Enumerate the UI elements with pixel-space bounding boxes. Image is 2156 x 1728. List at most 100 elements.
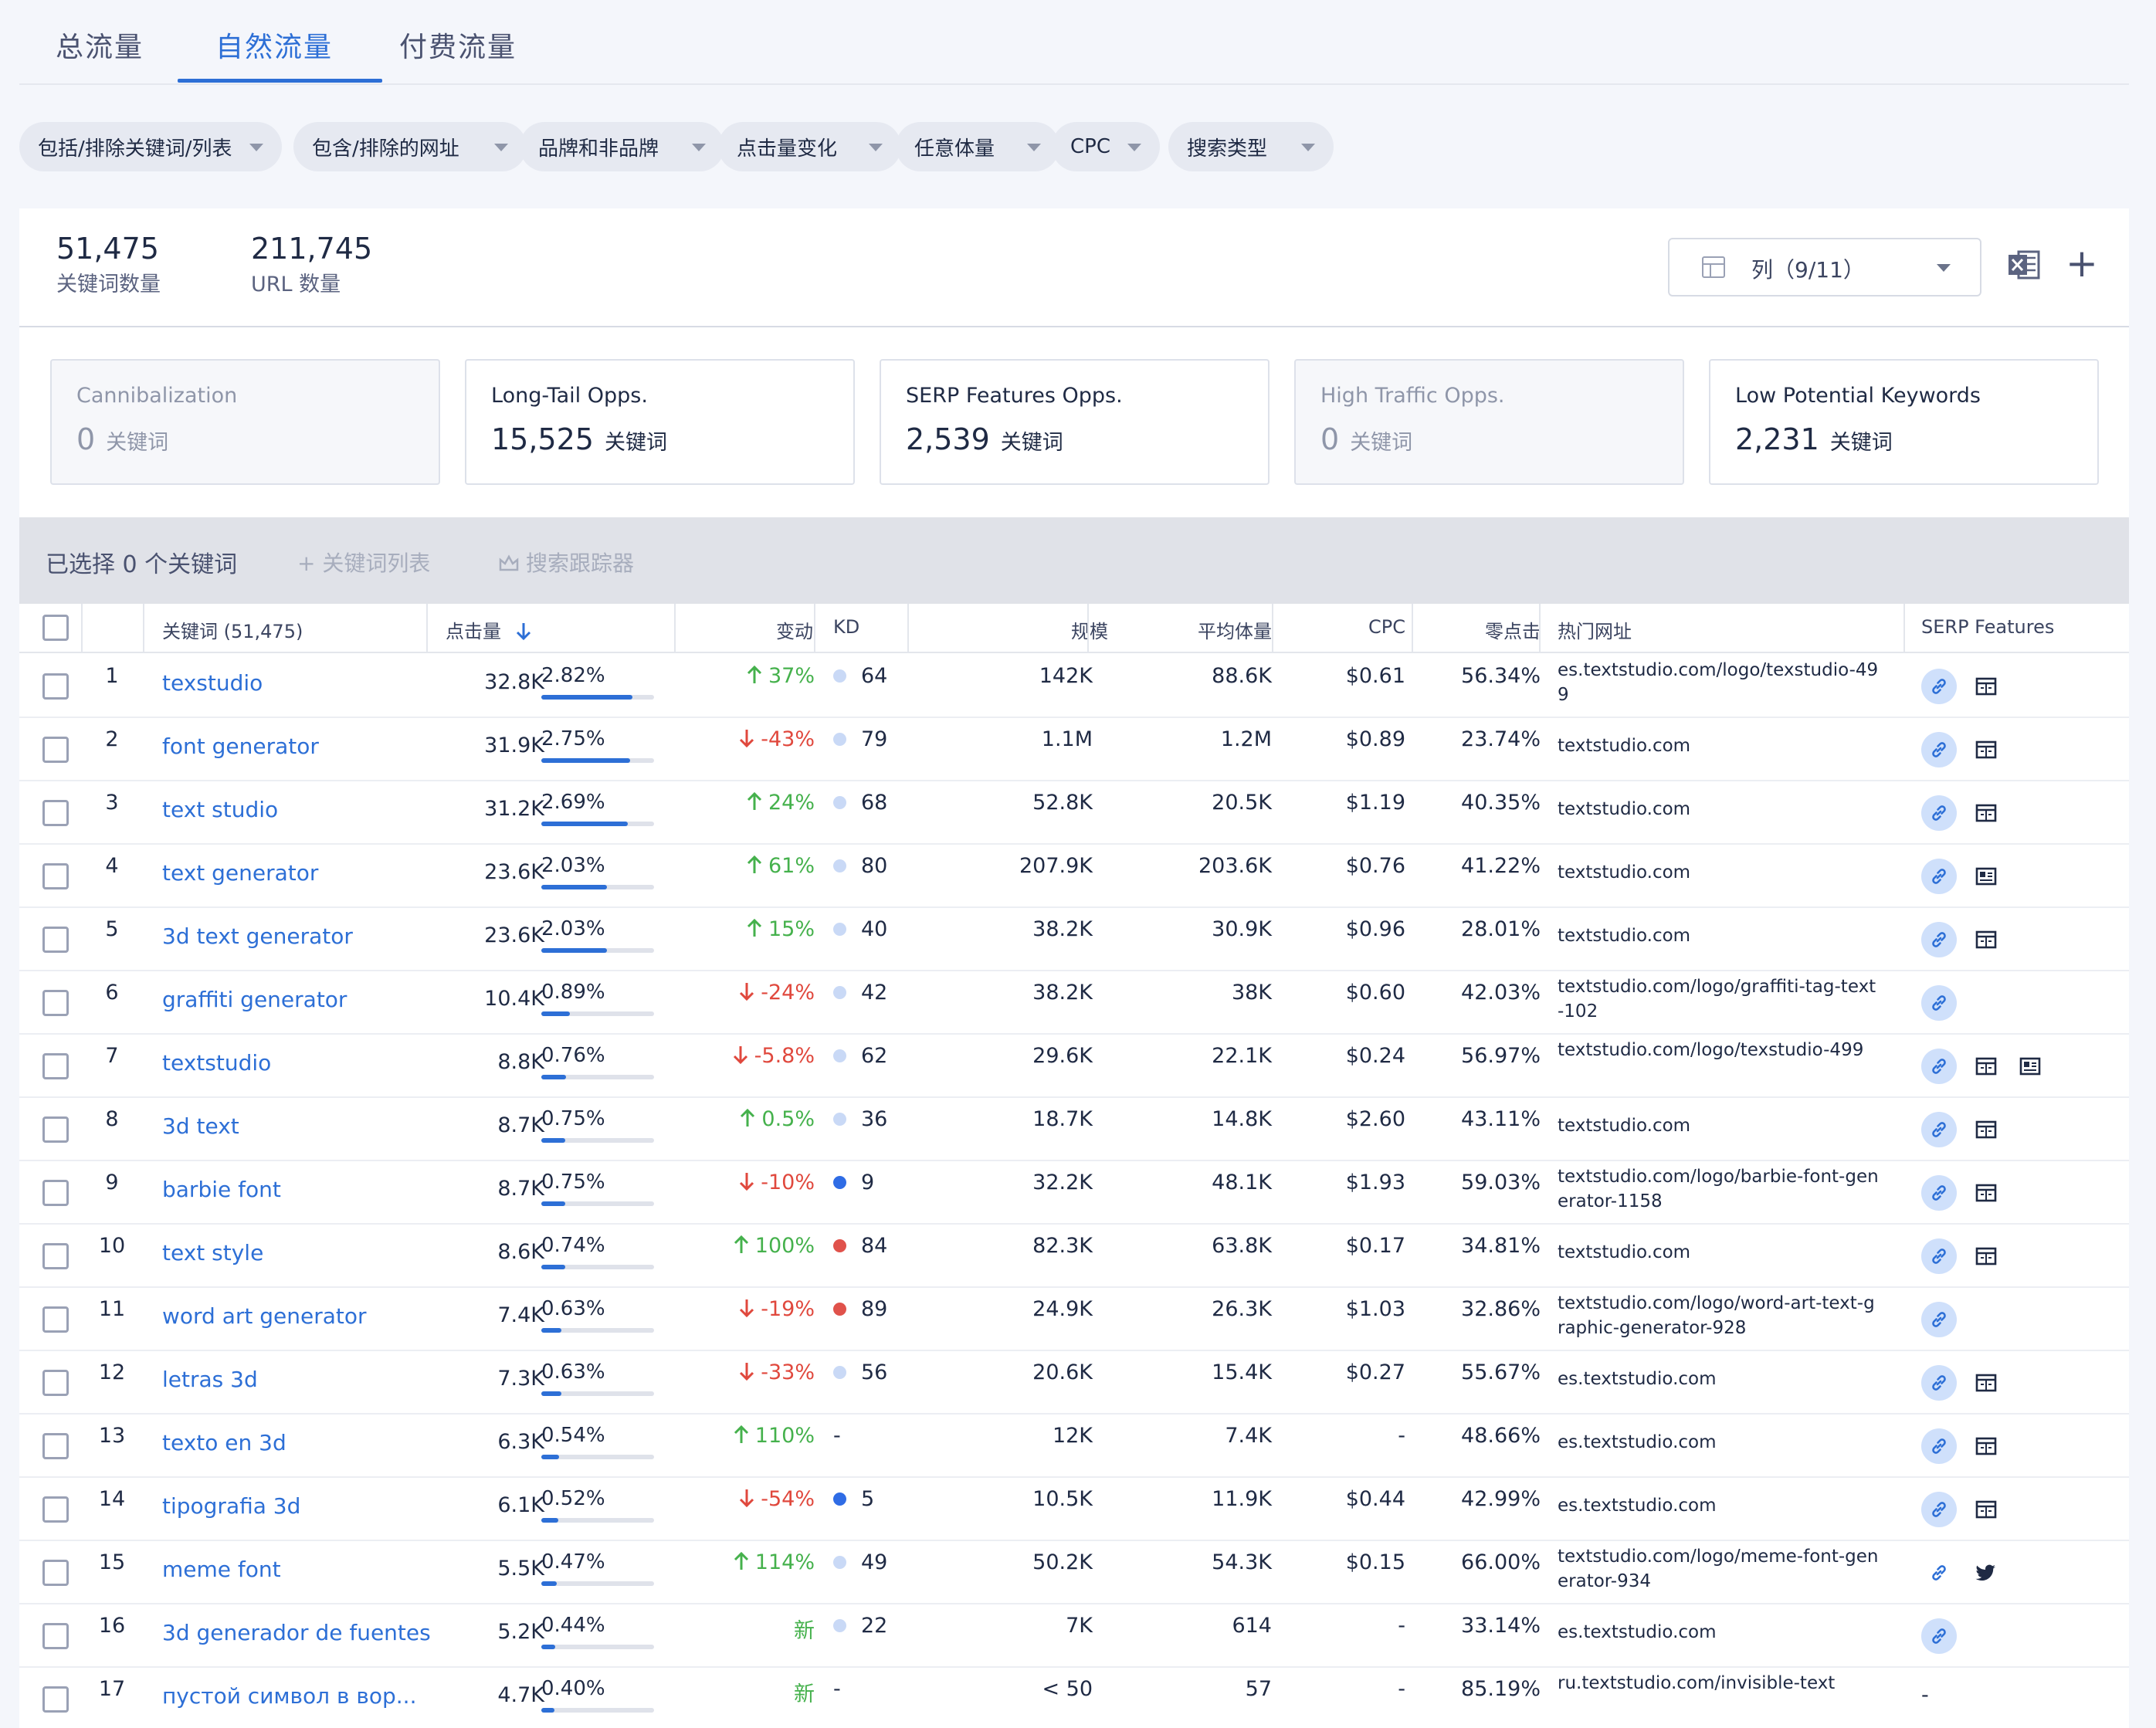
serp-link-icon[interactable] [1921,859,1957,894]
top-url[interactable]: ru.textstudio.com/invisible-text [1558,1671,1882,1696]
top-url[interactable]: es.textstudio.com/logo/texstudio-499 [1558,658,1882,707]
serp-link-icon[interactable] [1921,732,1957,767]
row-checkbox[interactable] [42,737,69,763]
row-checkbox[interactable] [42,1116,69,1143]
columns-dropdown[interactable]: 列（9/11） [1668,238,1981,296]
serp-link-icon[interactable] [1921,1492,1957,1527]
row-checkbox[interactable] [42,1433,69,1459]
keyword-link[interactable]: tipografia 3d [162,1493,300,1519]
row-checkbox[interactable] [42,1180,69,1206]
keyword-link[interactable]: 3d generador de fuentes [162,1620,431,1645]
row-checkbox[interactable] [42,800,69,826]
top-url[interactable]: es.textstudio.com [1558,1367,1882,1391]
keyword-link[interactable]: font generator [162,734,319,759]
row-checkbox[interactable] [42,1243,69,1269]
serp-link-icon[interactable] [1921,1238,1957,1274]
serp-link-icon[interactable] [1921,669,1957,704]
row-checkbox[interactable] [42,927,69,953]
serp-link-icon[interactable] [1921,1618,1957,1654]
serp-link-icon[interactable] [1921,1555,1957,1591]
header-avg-volume[interactable]: 平均体量 [1100,616,1272,643]
keyword-link[interactable]: textstudio [162,1050,271,1076]
keyword-link[interactable]: meme font [162,1557,281,1582]
filter-url-include-exclude[interactable]: 包含/排除的网址 [293,122,527,171]
tab-organic-traffic[interactable]: 自然流量 [215,25,333,65]
select-all-checkbox[interactable] [42,615,69,641]
serp-link-icon[interactable] [1921,985,1957,1021]
top-url[interactable]: textstudio.com/logo/meme-font-generator-… [1558,1544,1882,1594]
top-url[interactable]: es.textstudio.com [1558,1430,1882,1455]
top-url[interactable]: es.textstudio.com [1558,1493,1882,1518]
top-url[interactable]: textstudio.com/logo/word-art-text-graphi… [1558,1291,1882,1340]
row-checkbox[interactable] [42,1370,69,1396]
excel-export-icon[interactable] [2006,247,2042,283]
top-url[interactable]: textstudio.com [1558,734,1882,758]
top-url[interactable]: textstudio.com [1558,1240,1882,1265]
serp-link-icon[interactable] [1921,1365,1957,1401]
serp-link-icon[interactable] [1921,922,1957,957]
card-cannibalization: Cannibalization 0 关键词 [50,359,440,485]
serp-link-icon[interactable] [1921,1049,1957,1084]
top-url[interactable]: textstudio.com [1558,797,1882,822]
card-long-tail-opps[interactable]: Long-Tail Opps. 15,525 关键词 [465,359,855,485]
keyword-link[interactable]: texstudio [162,670,263,696]
top-url[interactable]: textstudio.com/logo/barbie-font-generato… [1558,1164,1882,1214]
clicks-share: 0.75% [541,1171,605,1194]
header-scale[interactable]: 规模 [915,616,1108,643]
add-to-keyword-list-button[interactable]: + 关键词列表 [297,547,430,578]
filter-keywords-include-exclude[interactable]: 包括/排除关键词/列表 [19,122,282,171]
keyword-link[interactable]: texto en 3d [162,1430,286,1455]
keyword-link[interactable]: text generator [162,860,318,886]
keyword-link[interactable]: text studio [162,797,278,822]
change-value: 61% [699,854,815,878]
keyword-link[interactable]: text style [162,1240,263,1266]
keyword-link[interactable]: word art generator [162,1303,367,1329]
keyword-link[interactable]: graffiti generator [162,987,347,1012]
top-url[interactable]: textstudio.com [1558,860,1882,885]
card-serp-features-opps[interactable]: SERP Features Opps. 2,539 关键词 [880,359,1270,485]
row-checkbox[interactable] [42,1496,69,1523]
row-checkbox[interactable] [42,1623,69,1649]
row-checkbox[interactable] [42,1686,69,1713]
tab-total-traffic[interactable]: 总流量 [56,25,144,65]
top-url[interactable]: textstudio.com [1558,923,1882,948]
filter-search-type[interactable]: 搜索类型 [1168,122,1334,171]
row-checkbox[interactable] [42,1053,69,1079]
row-checkbox[interactable] [42,1306,69,1333]
keyword-link[interactable]: 3d text [162,1113,239,1139]
tab-paid-traffic[interactable]: 付费流量 [399,25,517,65]
header-kd[interactable]: KD [833,616,859,638]
row-checkbox[interactable] [42,1560,69,1586]
search-tracker-button[interactable]: 搜索跟踪器 [498,547,634,578]
keyword-link[interactable]: пустой символ в вор... [162,1683,416,1709]
avg-volume-value: 11.9K [1212,1487,1272,1511]
keyword-link[interactable]: barbie font [162,1177,281,1202]
header-clicks[interactable]: 点击量 [446,616,532,643]
scale-value: 82.3K [1032,1234,1093,1258]
filter-volume[interactable]: 任意体量 [896,122,1059,171]
sitelinks-icon [1975,1437,1997,1455]
serp-link-icon[interactable] [1921,1428,1957,1464]
row-checkbox[interactable] [42,863,69,889]
keyword-link[interactable]: letras 3d [162,1367,258,1392]
header-change[interactable]: 变动 [697,616,813,643]
card-low-potential-keywords[interactable]: Low Potential Keywords 2,231 关键词 [1709,359,2099,485]
serp-link-icon[interactable] [1921,1175,1957,1211]
header-zero-click[interactable]: 零点击 [1425,616,1541,643]
header-cpc[interactable]: CPC [1286,616,1405,638]
top-url[interactable]: es.textstudio.com [1558,1620,1882,1645]
serp-link-icon[interactable] [1921,1112,1957,1147]
top-url[interactable]: textstudio.com/logo/graffiti-tag-text-10… [1558,974,1882,1024]
row-checkbox[interactable] [42,990,69,1016]
filter-cpc[interactable]: CPC [1052,122,1160,171]
add-icon[interactable]: + [2066,244,2098,283]
keyword-link[interactable]: 3d text generator [162,923,353,949]
serp-link-icon[interactable] [1921,795,1957,831]
filter-click-change[interactable]: 点击量变化 [718,122,901,171]
header-keyword[interactable]: 关键词 (51,475) [162,616,303,643]
serp-link-icon[interactable] [1921,1302,1957,1337]
top-url[interactable]: textstudio.com [1558,1113,1882,1138]
row-checkbox[interactable] [42,673,69,700]
top-url[interactable]: textstudio.com/logo/texstudio-499 [1558,1038,1882,1062]
filter-brand[interactable]: 品牌和非品牌 [520,122,724,171]
